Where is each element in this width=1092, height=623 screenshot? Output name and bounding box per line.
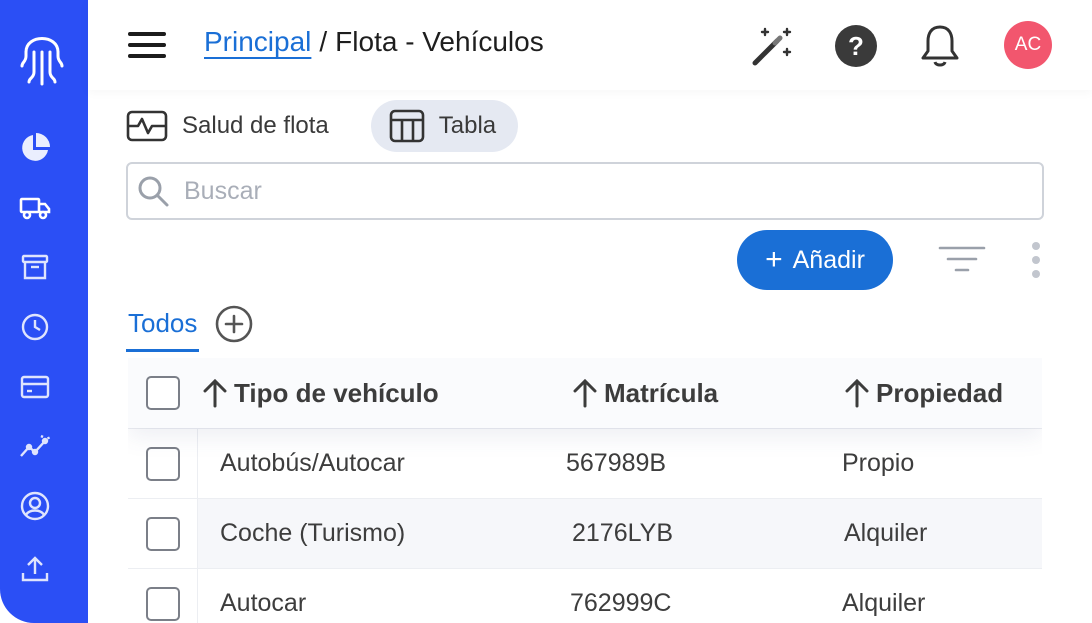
hamburger-menu-icon[interactable] [128, 32, 166, 58]
truck-icon[interactable] [18, 191, 52, 225]
column-header-label: Tipo de vehículo [234, 377, 439, 408]
row-checkbox[interactable] [145, 446, 180, 481]
magic-wand-icon[interactable] [748, 22, 796, 70]
tab-all[interactable]: Todos [126, 302, 200, 352]
breadcrumb-separator: / [319, 26, 328, 57]
upload-icon[interactable] [18, 552, 52, 586]
clock-icon[interactable] [18, 310, 52, 344]
column-header-label: Propiedad [876, 377, 1004, 408]
sort-arrow-up-icon [573, 378, 597, 408]
breadcrumb: Principal / Flota - Vehículos [204, 26, 544, 58]
sidebar [0, 0, 88, 623]
user-circle-icon[interactable] [18, 489, 52, 523]
filter-icon[interactable] [936, 242, 988, 278]
sort-arrow-up-icon [203, 378, 227, 408]
sort-arrow-up-icon [845, 378, 869, 408]
octopus-logo[interactable] [18, 22, 66, 88]
more-options-icon[interactable] [1024, 240, 1048, 280]
row-checkbox[interactable] [145, 586, 180, 621]
cell-plate: 567989B [566, 449, 667, 477]
cell-plate: 2176LYB [572, 519, 674, 547]
plus-icon: + [765, 243, 783, 276]
select-all-cell [128, 358, 198, 428]
tab-fleet-health[interactable]: Salud de flota [126, 100, 351, 152]
vehicles-table: Tipo de vehículo Matrícula Propiedad Aut… [128, 358, 1042, 623]
table-row[interactable]: Coche (Turismo) 2176LYB Alquiler [128, 498, 1042, 568]
avatar[interactable]: AC [1004, 21, 1052, 69]
cell-vehicle-type: Autocar [220, 589, 307, 617]
search-input[interactable] [184, 176, 1004, 206]
page-title: Flota - Vehículos [335, 26, 544, 57]
view-tabs: Salud de flota Tabla [126, 100, 519, 152]
table-header: Tipo de vehículo Matrícula Propiedad [128, 358, 1042, 428]
help-icon[interactable]: ? [832, 22, 880, 70]
cell-vehicle-type: Coche (Turismo) [220, 519, 406, 547]
svg-text:?: ? [848, 31, 864, 61]
top-bar: Principal / Flota - Vehículos ? AC [88, 0, 1092, 90]
column-header-plate[interactable]: Matrícula [572, 378, 718, 409]
column-header-ownership[interactable]: Propiedad [844, 378, 1003, 409]
breadcrumb-link-home[interactable]: Principal [204, 26, 311, 58]
archive-icon[interactable] [18, 250, 52, 284]
table-row[interactable]: Autobús/Autocar 567989B Propio [128, 428, 1042, 498]
cell-ownership: Alquiler [842, 589, 926, 617]
add-tab-icon[interactable] [215, 305, 253, 343]
column-header-vehicle-type[interactable]: Tipo de vehículo [202, 378, 439, 409]
row-checkbox-cell [128, 569, 198, 623]
add-button[interactable]: + Añadir [737, 230, 893, 290]
cell-ownership: Propio [842, 449, 915, 477]
tab-table-label: Tabla [438, 112, 497, 139]
search-box [126, 162, 1044, 220]
credit-card-icon[interactable] [18, 370, 52, 404]
row-checkbox-cell [128, 499, 198, 568]
pie-chart-icon[interactable] [18, 131, 52, 165]
cell-vehicle-type: Autobús/Autocar [220, 449, 405, 477]
cell-plate: 762999C [570, 589, 672, 617]
row-checkbox-cell [128, 429, 198, 498]
list-tabs: Todos [126, 302, 253, 352]
add-button-label: Añadir [792, 245, 865, 274]
cell-ownership: Alquiler [844, 519, 928, 547]
row-checkbox[interactable] [145, 516, 180, 551]
select-all-checkbox[interactable] [146, 376, 180, 410]
table-icon [389, 109, 425, 143]
search-icon [138, 176, 169, 207]
trend-chart-icon[interactable] [18, 430, 52, 464]
pulse-icon [126, 110, 168, 142]
table-row[interactable]: Autocar 762999C Alquiler [128, 568, 1042, 623]
column-header-label: Matrícula [604, 377, 719, 408]
bell-icon[interactable] [916, 22, 964, 70]
tab-fleet-health-label: Salud de flota [182, 112, 329, 139]
tab-table[interactable]: Tabla [370, 100, 519, 152]
